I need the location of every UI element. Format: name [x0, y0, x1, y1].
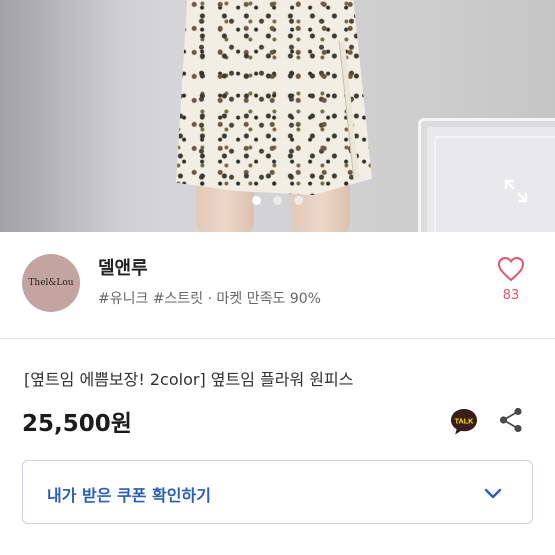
carousel-indicator [0, 196, 555, 205]
chevron-down-icon [484, 488, 502, 499]
seller-section: Thel&Lou 델앤루 #유니크 #스트릿 · 마켓 만족도 90% 83 [0, 232, 555, 338]
talk-label: TALK [455, 417, 474, 426]
carousel-dot[interactable] [294, 196, 303, 205]
image-floral-dress [176, 0, 372, 195]
seller-avatar[interactable]: Thel&Lou [22, 254, 80, 312]
coupon-check-button[interactable]: 내가 받은 쿠폰 확인하기 [22, 460, 533, 524]
section-divider [0, 338, 555, 339]
share-icon[interactable] [497, 406, 525, 434]
like-count: 83 [502, 288, 520, 303]
heart-outline-icon[interactable] [497, 256, 525, 282]
carousel-dot[interactable] [252, 196, 261, 205]
seller-tags: #유니크 #스트릿 · 마켓 만족도 90% [98, 291, 321, 307]
talk-bubble-icon[interactable]: TALK [449, 407, 479, 437]
seller-avatar-text: Thel&Lou [28, 278, 74, 288]
seller-name[interactable]: 델앤루 [98, 254, 148, 280]
product-title: [옆트임 에쁨보장! 2color] 옆트임 플라워 원피스 [24, 370, 354, 389]
coupon-label: 내가 받은 쿠폰 확인하기 [47, 486, 211, 505]
product-price: 25,500원 [22, 411, 132, 437]
image-background-door-panel [434, 136, 555, 232]
carousel-dot[interactable] [273, 196, 282, 205]
expand-arrows-icon[interactable] [503, 178, 529, 204]
product-image[interactable] [0, 0, 555, 232]
